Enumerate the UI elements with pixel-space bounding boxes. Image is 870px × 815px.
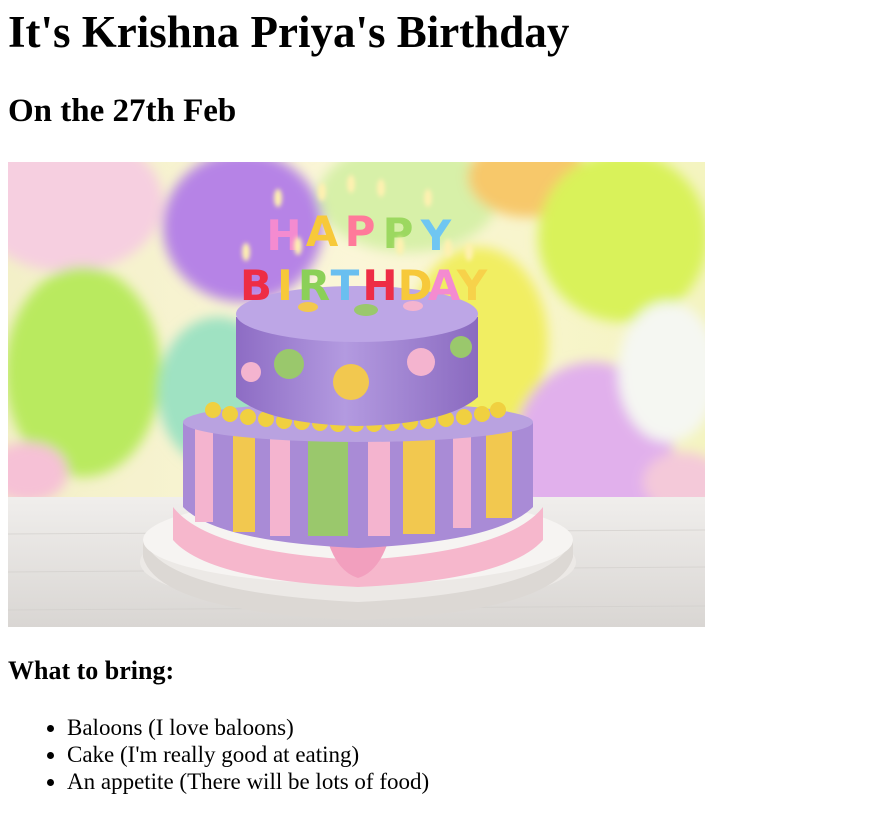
candle-letter: R	[298, 261, 330, 310]
candle-letters-top: H A P P Y	[266, 207, 451, 260]
candle-letter: A	[306, 207, 339, 256]
page-subtitle: On the 27th Feb	[8, 93, 237, 129]
candle-letter: I	[277, 261, 293, 310]
candle-letter: P	[345, 207, 376, 256]
candle-letters-bottom: B I R T H D A Y	[240, 261, 488, 310]
list-item: Cake (I'm really good at eating)	[67, 741, 429, 768]
candle-letter: Y	[456, 261, 488, 310]
bring-heading: What to bring:	[8, 656, 175, 685]
candle-letter: A	[428, 261, 461, 310]
list-item: Baloons (I love baloons)	[67, 714, 429, 741]
candle-letter: B	[240, 261, 272, 310]
bring-list: Baloons (I love baloons) Cake (I'm reall…	[28, 714, 429, 795]
birthday-cake-image: H A P P Y B I R T H D A Y	[8, 162, 705, 627]
candle-letter: T	[331, 261, 360, 310]
page-title: It's Krishna Priya's Birthday	[8, 7, 570, 57]
candle-letter: H	[362, 261, 397, 310]
list-item: An appetite (There will be lots of food)	[67, 768, 429, 795]
